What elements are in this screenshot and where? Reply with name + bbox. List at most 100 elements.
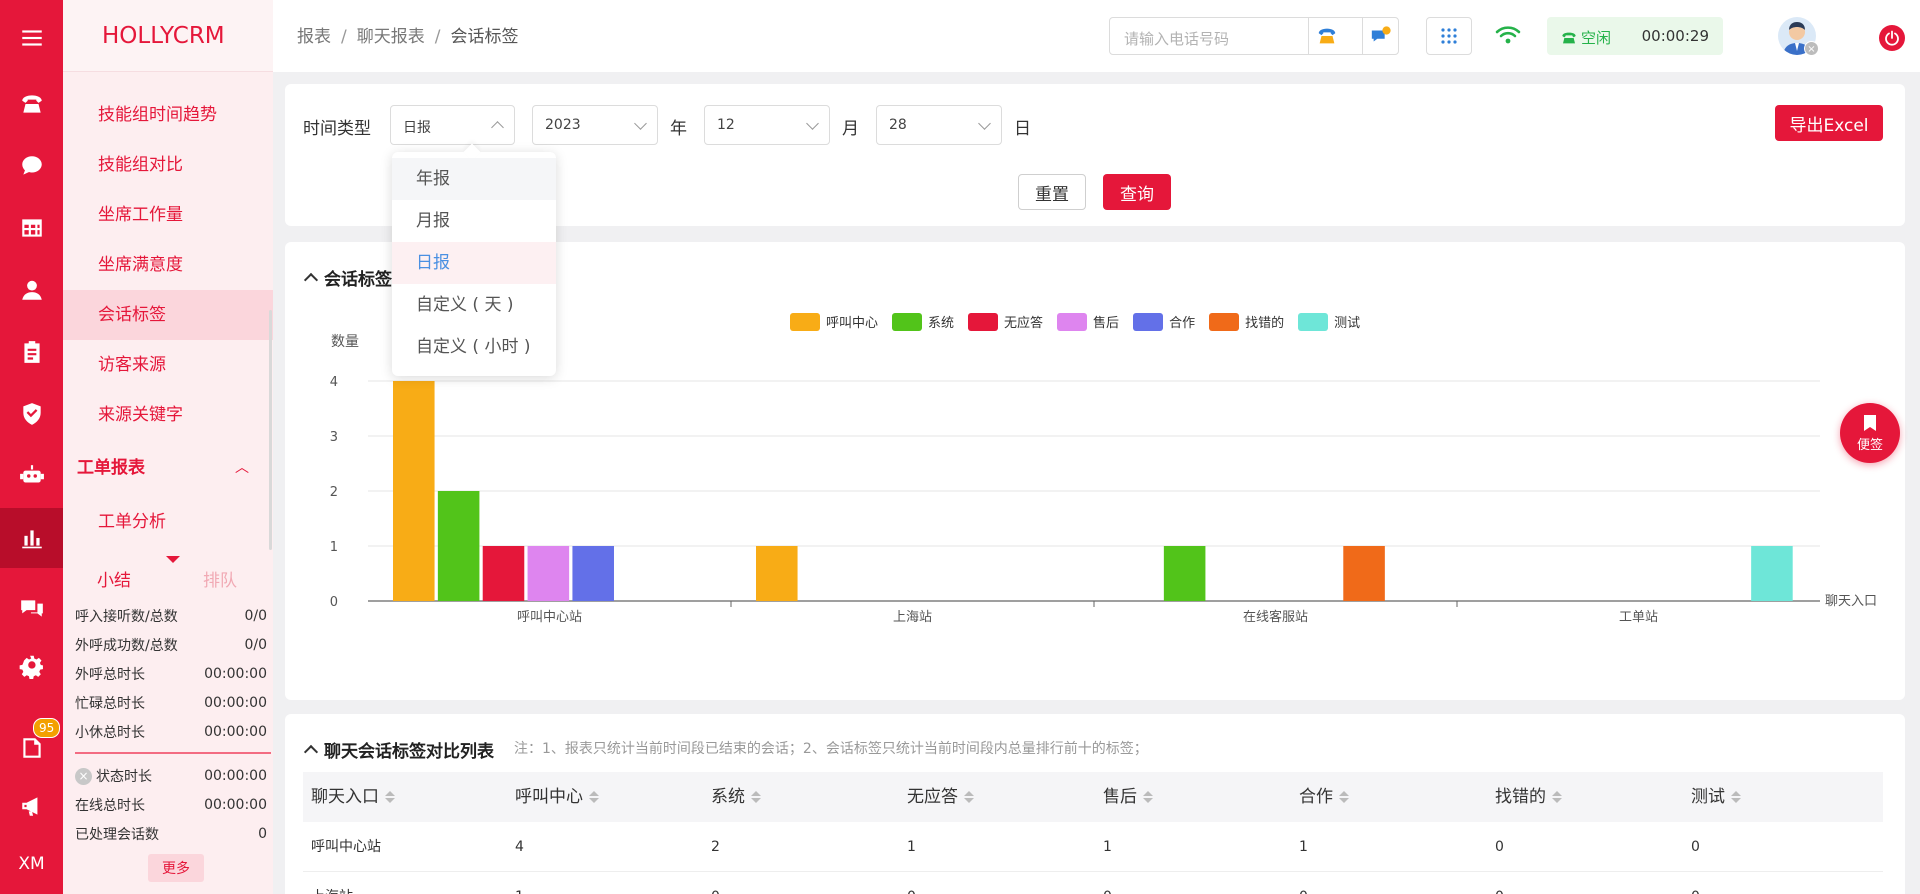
sidebar-item-source-keywords[interactable]: 来源关键字 [63,390,273,440]
table-header: 聊天入口 呼叫中心 系统 无应答 售后 合作 找错的 测试 [303,772,1883,822]
bar-售后 [527,546,570,601]
column-header[interactable]: 测试 [1691,772,1741,822]
column-header[interactable]: 聊天入口 [311,772,395,822]
more-button[interactable]: 更多 [148,854,204,882]
user-icon[interactable] [0,260,63,320]
breadcrumb-current: 会话标签 [450,27,519,47]
avatar-status-icon: × [1804,41,1819,56]
dropdown-option-daily[interactable]: 日报 [392,242,556,284]
time-type-select[interactable]: 日报 [390,105,515,145]
sidebar-item-skill-trend[interactable]: 技能组时间趋势 [63,90,273,140]
sms-icon[interactable] [1362,18,1398,54]
bar-呼叫中心 [393,381,435,601]
dropdown-option-custom-hour[interactable]: 自定义 ( 小时 ) [392,326,556,368]
phone-icon[interactable] [0,74,63,134]
clear-icon[interactable]: × [75,767,92,785]
announcement-icon[interactable] [0,776,63,836]
menu-toggle-icon[interactable] [0,8,63,68]
x-axis-label: 聊天入口 [1825,594,1877,609]
y-axis-label: 数量 [331,334,359,350]
column-header[interactable]: 系统 [711,772,761,822]
phone-input[interactable]: 请输入电话号码 [1124,28,1229,49]
sidebar-item-visitor-source[interactable]: 访客来源 [63,340,273,390]
y-tick-label: 1 [330,540,338,555]
agent-status[interactable]: 空闲 00:00:29 [1547,17,1723,55]
y-tick-label: 3 [330,430,338,445]
x-tick-label: 在线客服站 [1243,609,1308,625]
icon-rail: 95 XM [0,0,63,894]
table-note: 注：1、报表只统计当前时间段已结束的会话；2、会话标签只统计当前时间段内总量排行… [514,741,1148,757]
x-tick-label: 上海站 [893,610,932,625]
dropdown-option-custom-day[interactable]: 自定义 ( 天 ) [392,284,556,326]
robot-icon[interactable] [0,446,63,506]
gear-icon[interactable] [0,636,63,696]
tab-summary[interactable]: 小结 [97,566,131,591]
dropdown-option-monthly[interactable]: 月报 [392,200,556,242]
breadcrumb-item[interactable]: 聊天报表 [357,27,425,47]
sidebar-scrollbar[interactable] [269,310,272,550]
clipboard-icon[interactable] [0,322,63,382]
book-icon[interactable]: 95 [0,718,63,778]
sidebar-item-ticket-analysis[interactable]: 工单分析 [63,497,273,547]
dropdown-option-yearly[interactable]: 年报 [392,158,556,200]
table-row[interactable]: 上海站 1 0 0 0 0 0 0 [303,872,1883,894]
sticky-note-button[interactable]: 便签 [1840,403,1900,463]
sort-icon[interactable] [964,791,974,803]
message-icon[interactable] [0,578,63,638]
dial-icon[interactable] [1308,18,1344,54]
chat-icon[interactable] [0,136,63,196]
sort-icon[interactable] [589,791,599,803]
report-icon[interactable] [0,508,63,568]
y-tick-label: 4 [330,375,338,390]
collapse-icon [303,744,319,760]
column-header[interactable]: 合作 [1299,772,1349,822]
chevron-down-icon [806,117,819,130]
sort-icon[interactable] [385,791,395,803]
user-initials[interactable]: XM [0,834,63,894]
status-label: 空闲 [1581,29,1612,47]
bar-找错的 [1343,546,1385,601]
table-section-title[interactable]: 聊天会话标签对比列表 [303,737,494,762]
sort-icon[interactable] [751,791,761,803]
column-header[interactable]: 呼叫中心 [515,772,599,822]
table-cell: 0 [907,872,916,894]
reset-button[interactable]: 重置 [1018,174,1086,210]
sidebar-group-ticket-reports[interactable]: 工单报表 ︿ [63,443,273,493]
apps-grid-button[interactable] [1426,17,1472,55]
breadcrumb-item[interactable]: 报表 [297,27,331,47]
notification-badge: 95 [33,718,61,738]
power-icon[interactable] [1879,25,1905,51]
sort-icon[interactable] [1339,791,1349,803]
sidebar-item-session-tags[interactable]: 会话标签 [63,290,273,340]
table-row[interactable]: 呼叫中心站 4 2 1 1 1 0 0 [303,822,1883,872]
table-cell: 1 [1299,839,1308,855]
sidebar-item-agent-workload[interactable]: 坐席工作量 [63,190,273,240]
sort-icon[interactable] [1143,791,1153,803]
collapse-arrow-icon[interactable] [166,556,180,563]
year-select[interactable]: 2023 [532,105,658,145]
sidebar-item-skill-compare[interactable]: 技能组对比 [63,140,273,190]
column-header[interactable]: 售后 [1103,772,1153,822]
table-icon[interactable] [0,198,63,258]
sort-icon[interactable] [1731,791,1741,803]
shield-icon[interactable] [0,384,63,444]
stat-row: × 状态时长 00:00:00 [75,762,267,790]
sort-icon[interactable] [1552,791,1562,803]
column-header[interactable]: 无应答 [907,772,974,822]
export-excel-button[interactable]: 导出Excel [1775,105,1883,141]
month-select[interactable]: 12 [704,105,830,145]
tab-queue[interactable]: 排队 [203,566,237,591]
column-header[interactable]: 找错的 [1495,772,1562,822]
table-cell: 呼叫中心站 [311,839,381,855]
query-button[interactable]: 查询 [1103,174,1171,210]
chart-section-title[interactable]: 会话标签 [303,265,392,290]
bar-合作 [572,546,614,601]
chevron-down-icon [634,117,647,130]
phone-input-group: 请输入电话号码 [1109,17,1399,55]
sidebar-item-agent-satisfaction[interactable]: 坐席满意度 [63,240,273,290]
table-cell: 0 [1495,872,1504,894]
bar-无应答 [482,546,525,601]
stat-row: 已处理会话数 0 [75,826,267,843]
status-timer: 00:00:29 [1641,27,1709,45]
day-select[interactable]: 28 [876,105,1002,145]
